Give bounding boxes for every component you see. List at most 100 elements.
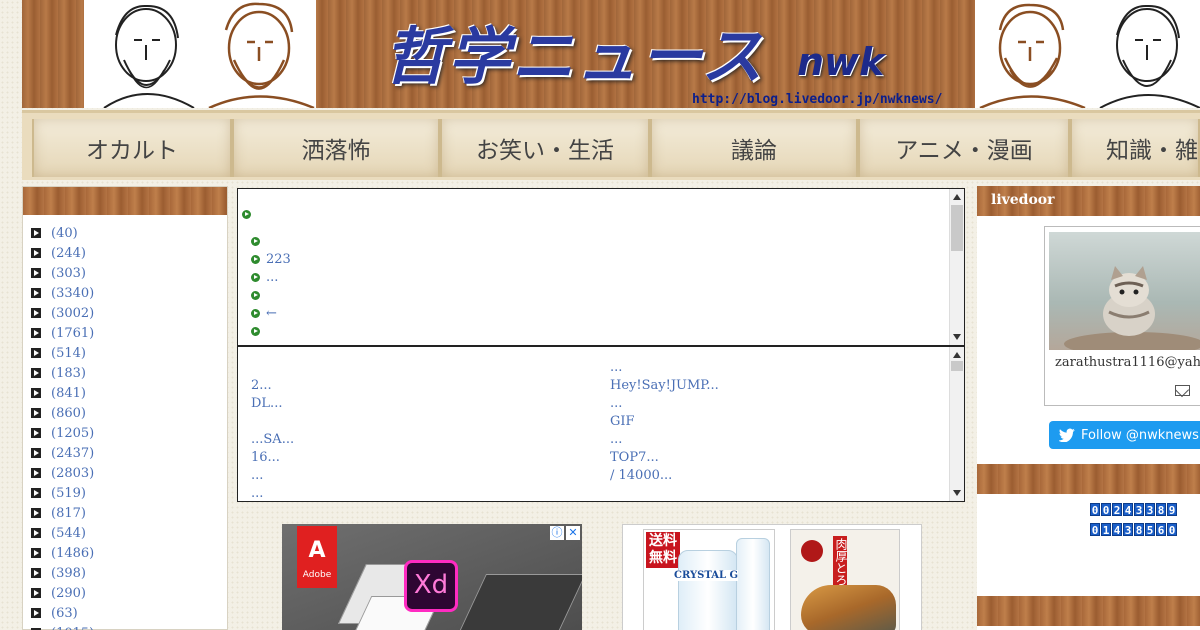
category-item[interactable]: (1205): [31, 423, 227, 443]
brand-seal: [801, 540, 823, 562]
scroll-down-icon[interactable]: [953, 334, 961, 340]
square-arrow-bullet-icon: [31, 468, 41, 478]
square-arrow-bullet-icon: [31, 448, 41, 458]
category-item[interactable]: (290): [31, 583, 227, 603]
nav-item-anime-manga[interactable]: アニメ・漫画: [858, 119, 1070, 177]
adobe-ad[interactable]: Adobe Xd ⓘ ✕: [282, 524, 582, 630]
counter-digit: 4: [1123, 503, 1133, 517]
feed-link[interactable]: ...: [251, 467, 294, 485]
feed-link[interactable]: 16...: [251, 449, 294, 467]
feed-link[interactable]: [610, 485, 719, 501]
category-item[interactable]: (817): [31, 503, 227, 523]
category-item[interactable]: (1015): [31, 623, 227, 630]
category-count[interactable]: (40): [51, 226, 78, 241]
feed-link[interactable]: ...: [610, 395, 719, 413]
category-item[interactable]: (1761): [31, 323, 227, 343]
feed-item-title[interactable]: ←: [266, 306, 277, 321]
category-item[interactable]: (1486): [31, 543, 227, 563]
feed-item[interactable]: ←: [251, 304, 277, 322]
feed-link[interactable]: DL...: [251, 395, 294, 413]
category-item[interactable]: (514): [31, 343, 227, 363]
category-count[interactable]: (2803): [51, 466, 94, 481]
category-item[interactable]: (2437): [31, 443, 227, 463]
feed-link[interactable]: / 14000...: [610, 467, 719, 485]
info-icon[interactable]: ⓘ: [550, 526, 564, 540]
category-count[interactable]: (290): [51, 586, 86, 601]
category-count[interactable]: (3340): [51, 286, 94, 301]
category-item[interactable]: (3002): [31, 303, 227, 323]
category-count[interactable]: (63): [51, 606, 78, 621]
category-count[interactable]: (183): [51, 366, 86, 381]
twitter-follow-button[interactable]: Follow @nwknews: [1049, 421, 1200, 449]
scroll-down-icon[interactable]: [953, 490, 961, 496]
category-item[interactable]: (860): [31, 403, 227, 423]
site-url[interactable]: http://blog.livedoor.jp/nwknews/: [692, 92, 942, 107]
nav-item-occult[interactable]: オカルト: [32, 119, 232, 177]
category-count[interactable]: (1015): [51, 626, 94, 630]
category-item[interactable]: (63): [31, 603, 227, 623]
category-item[interactable]: (303): [31, 263, 227, 283]
nav-item-debate[interactable]: 議論: [650, 119, 858, 177]
category-count[interactable]: (1205): [51, 426, 94, 441]
nav-item-knowledge[interactable]: 知識・雑: [1070, 119, 1200, 177]
mail-icon[interactable]: [1175, 385, 1190, 396]
feed-item[interactable]: [251, 232, 266, 250]
site-title[interactable]: 哲学ニュース: [384, 6, 765, 96]
feed-link[interactable]: [251, 413, 294, 431]
scrollbar[interactable]: [949, 189, 964, 345]
feed-link[interactable]: ...: [610, 359, 719, 377]
feed-item[interactable]: ...: [251, 268, 278, 286]
access-counter-monthly: 01438560: [1090, 523, 1177, 537]
category-item[interactable]: (183): [31, 363, 227, 383]
category-count[interactable]: (3002): [51, 306, 94, 321]
scrollbar-thumb[interactable]: [951, 205, 963, 251]
category-count[interactable]: (303): [51, 266, 86, 281]
category-count[interactable]: (398): [51, 566, 86, 581]
product-ad-water[interactable]: 送料 無料 CRYSTAL GEYSER: [643, 529, 775, 630]
category-count[interactable]: (817): [51, 506, 86, 521]
category-count[interactable]: (860): [51, 406, 86, 421]
product-ad-fish[interactable]: 肉厚とろさば: [790, 529, 900, 630]
category-count[interactable]: (1761): [51, 326, 94, 341]
feed-link[interactable]: [251, 359, 294, 377]
feed-item[interactable]: 223: [251, 250, 291, 268]
profile-email[interactable]: zarathustra1116@yahoo.co.jp: [1055, 355, 1200, 370]
scrollbar-thumb[interactable]: [951, 361, 963, 371]
feed-link[interactable]: ...: [251, 485, 294, 501]
feed-item[interactable]: [251, 322, 266, 340]
feed-item[interactable]: [251, 286, 266, 304]
category-item[interactable]: (544): [31, 523, 227, 543]
category-count[interactable]: (519): [51, 486, 86, 501]
feed-link[interactable]: TOP7...: [610, 449, 719, 467]
scrollbar[interactable]: [949, 347, 964, 501]
category-count[interactable]: (1486): [51, 546, 94, 561]
category-count[interactable]: (544): [51, 526, 86, 541]
feed-link[interactable]: 2...: [251, 377, 294, 395]
feed-link[interactable]: Hey!Say!JUMP...: [610, 377, 719, 395]
category-item[interactable]: (40): [31, 223, 227, 243]
category-item[interactable]: (841): [31, 383, 227, 403]
category-item[interactable]: (2803): [31, 463, 227, 483]
category-count[interactable]: (514): [51, 346, 86, 361]
ad-controls: ⓘ ✕: [550, 526, 580, 540]
square-arrow-bullet-icon: [31, 328, 41, 338]
feed-item-title[interactable]: ...: [266, 270, 278, 285]
category-item[interactable]: (519): [31, 483, 227, 503]
feed-link[interactable]: ...SA...: [251, 431, 294, 449]
category-count[interactable]: (244): [51, 246, 86, 261]
feed-item[interactable]: [242, 205, 257, 223]
category-item[interactable]: (398): [31, 563, 227, 583]
scroll-up-icon[interactable]: [953, 194, 961, 200]
category-item[interactable]: (244): [31, 243, 227, 263]
category-item[interactable]: (3340): [31, 283, 227, 303]
category-count[interactable]: (2437): [51, 446, 94, 461]
square-arrow-bullet-icon: [31, 608, 41, 618]
nav-item-comedy-life[interactable]: お笑い・生活: [440, 119, 650, 177]
feed-item-title[interactable]: 223: [266, 252, 291, 267]
nav-item-sharekowa[interactable]: 洒落怖: [232, 119, 440, 177]
scroll-up-icon[interactable]: [953, 352, 961, 358]
close-icon[interactable]: ✕: [566, 526, 580, 540]
category-count[interactable]: (841): [51, 386, 86, 401]
feed-link[interactable]: GIF: [610, 413, 719, 431]
feed-link[interactable]: ...: [610, 431, 719, 449]
